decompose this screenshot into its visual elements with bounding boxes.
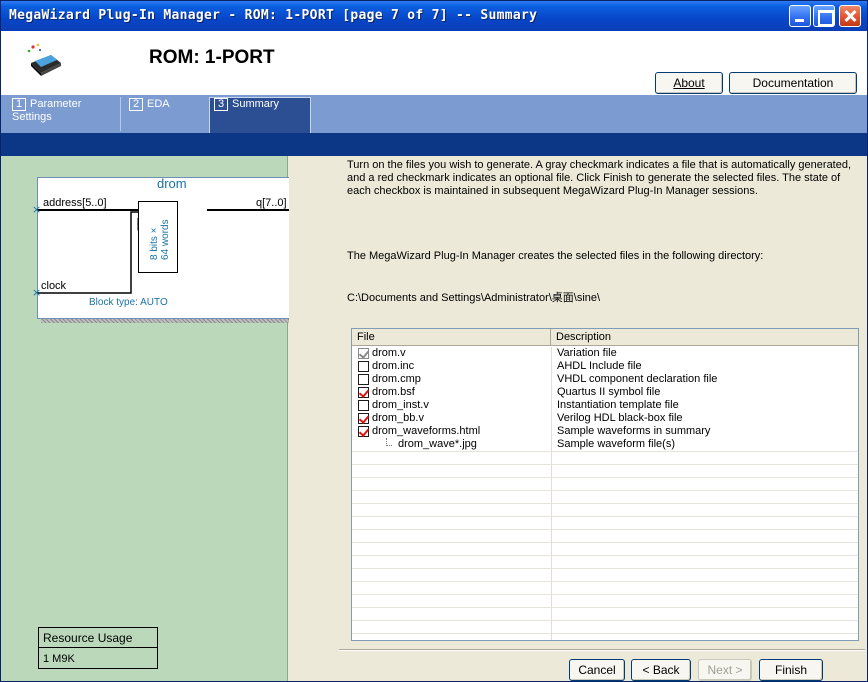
file-name: drom.inc xyxy=(372,360,415,372)
tree-connector-icon xyxy=(386,438,392,446)
page-title: ROM: 1-PORT xyxy=(149,47,275,68)
file-list-header: File Description xyxy=(352,329,858,346)
file-name: drom.v xyxy=(372,347,406,359)
resource-usage-box: Resource Usage 1 M9K xyxy=(38,627,158,669)
checkbox-checked-icon[interactable] xyxy=(358,426,369,437)
svg-text:×: × xyxy=(32,286,41,299)
file-name: drom_waveforms.html xyxy=(372,425,481,437)
file-row-drom-cmp[interactable]: drom.cmp VHDL component declaration file xyxy=(352,373,858,386)
checkbox-checked-icon[interactable] xyxy=(358,387,369,398)
column-header-file[interactable]: File xyxy=(352,329,551,346)
tab-label: EDA xyxy=(147,98,170,110)
file-description: Variation file xyxy=(557,347,617,359)
directory-path: C:\Documents and Settings\Administrator\… xyxy=(347,292,601,304)
close-button[interactable] xyxy=(839,5,861,27)
checkbox-gray-icon[interactable] xyxy=(358,348,369,359)
window-title: MegaWizard Plug-In Manager - ROM: 1-PORT… xyxy=(9,8,538,23)
title-bar[interactable]: MegaWizard Plug-In Manager - ROM: 1-PORT… xyxy=(1,1,867,31)
tab-eda[interactable]: 2 EDA xyxy=(125,98,205,132)
checkbox-checked-icon[interactable] xyxy=(358,413,369,424)
minimize-button[interactable] xyxy=(789,5,811,27)
file-row-drom-bsf[interactable]: drom.bsf Quartus II symbol file xyxy=(352,386,858,399)
file-name: drom.cmp xyxy=(372,373,421,385)
tab-summary[interactable]: 3 Summary xyxy=(209,97,311,133)
left-panel: × × × drom address[5..0] q[7..0] clock 8… xyxy=(1,156,323,681)
block-type: Block type: AUTO xyxy=(89,297,168,308)
tab-parameter-settings[interactable]: 1 Parameter Settings xyxy=(8,98,118,132)
documentation-button[interactable]: Documentation xyxy=(729,72,857,94)
tab-underline-band xyxy=(1,133,867,156)
file-description: Quartus II symbol file xyxy=(557,386,661,398)
file-row-drom-v[interactable]: drom.v Variation file xyxy=(352,347,858,360)
tab-strip: 1 Parameter Settings 2 EDA 3 Summary xyxy=(1,95,867,133)
summary-panel: Turn on the files you wish to generate. … xyxy=(289,156,867,681)
checkbox-unchecked-icon[interactable] xyxy=(358,400,369,411)
documentation-label: Documentation xyxy=(752,76,834,90)
about-button[interactable]: About xyxy=(655,72,723,94)
button-bar-separator xyxy=(339,649,865,651)
intro-text: Turn on the files you wish to generate. … xyxy=(347,159,852,197)
port-clock: clock xyxy=(41,280,67,292)
resource-usage-title: Resource Usage xyxy=(39,628,157,648)
memory-size-label: 8 bits × 64 words xyxy=(149,219,171,260)
file-name: drom.bsf xyxy=(372,386,415,398)
file-description: Sample waveform file(s) xyxy=(557,438,675,450)
file-description: Instantiation template file xyxy=(557,399,679,411)
file-description: VHDL component declaration file xyxy=(557,373,718,385)
file-description: Sample waveforms in summary xyxy=(557,425,711,437)
file-row-drom-waveforms-html[interactable]: drom_waveforms.html Sample waveforms in … xyxy=(352,425,858,438)
svg-text:×: × xyxy=(32,203,41,216)
maximize-button[interactable] xyxy=(813,5,835,27)
memory-bits: 8 bits xyxy=(149,236,160,260)
file-row-drom-inc[interactable]: drom.inc AHDL Include file xyxy=(352,360,858,373)
tab-number: 3 xyxy=(214,98,228,111)
directory-note: The MegaWizard Plug-In Manager creates t… xyxy=(347,250,764,262)
file-row-drom-inst-v[interactable]: drom_inst.v Instantiation template file xyxy=(352,399,858,412)
checkbox-unchecked-icon[interactable] xyxy=(358,361,369,372)
file-list[interactable]: File Description drom.v Variation file d… xyxy=(351,328,859,641)
file-list-body: drom.v Variation file drom.inc AHDL Incl… xyxy=(352,347,858,640)
tab-divider xyxy=(120,97,121,131)
port-q: q[7..0] xyxy=(256,197,287,209)
memory-words: 64 words xyxy=(160,219,171,260)
tab-label: Summary xyxy=(232,98,280,110)
file-row-drom-bb-v[interactable]: drom_bb.v Verilog HDL black-box file xyxy=(352,412,858,425)
file-description: Verilog HDL black-box file xyxy=(557,412,683,424)
megawizard-window: MegaWizard Plug-In Manager - ROM: 1-PORT… xyxy=(0,0,868,682)
next-button-disabled: Next > xyxy=(698,659,752,681)
file-name: drom_wave*.jpg xyxy=(398,438,477,450)
file-row-drom-wave-jpg: drom_wave*.jpg Sample waveform file(s) xyxy=(352,438,858,451)
column-divider xyxy=(551,347,552,640)
column-header-description[interactable]: Description xyxy=(551,329,857,346)
file-name: drom_inst.v xyxy=(372,399,429,411)
port-address: address[5..0] xyxy=(43,197,107,209)
checkbox-unchecked-icon[interactable] xyxy=(358,374,369,385)
tab-number: 1 xyxy=(12,98,26,111)
back-button[interactable]: < Back xyxy=(631,659,691,681)
about-label: About xyxy=(673,76,705,90)
resource-usage-value: 1 M9K xyxy=(43,653,75,665)
wizard-app-icon xyxy=(27,43,61,76)
tab-number: 2 xyxy=(129,98,143,111)
finish-button[interactable]: Finish xyxy=(759,659,823,681)
block-name: drom xyxy=(157,176,187,191)
file-name: drom_bb.v xyxy=(372,412,424,424)
cancel-button[interactable]: Cancel xyxy=(569,659,625,681)
file-description: AHDL Include file xyxy=(557,360,642,372)
